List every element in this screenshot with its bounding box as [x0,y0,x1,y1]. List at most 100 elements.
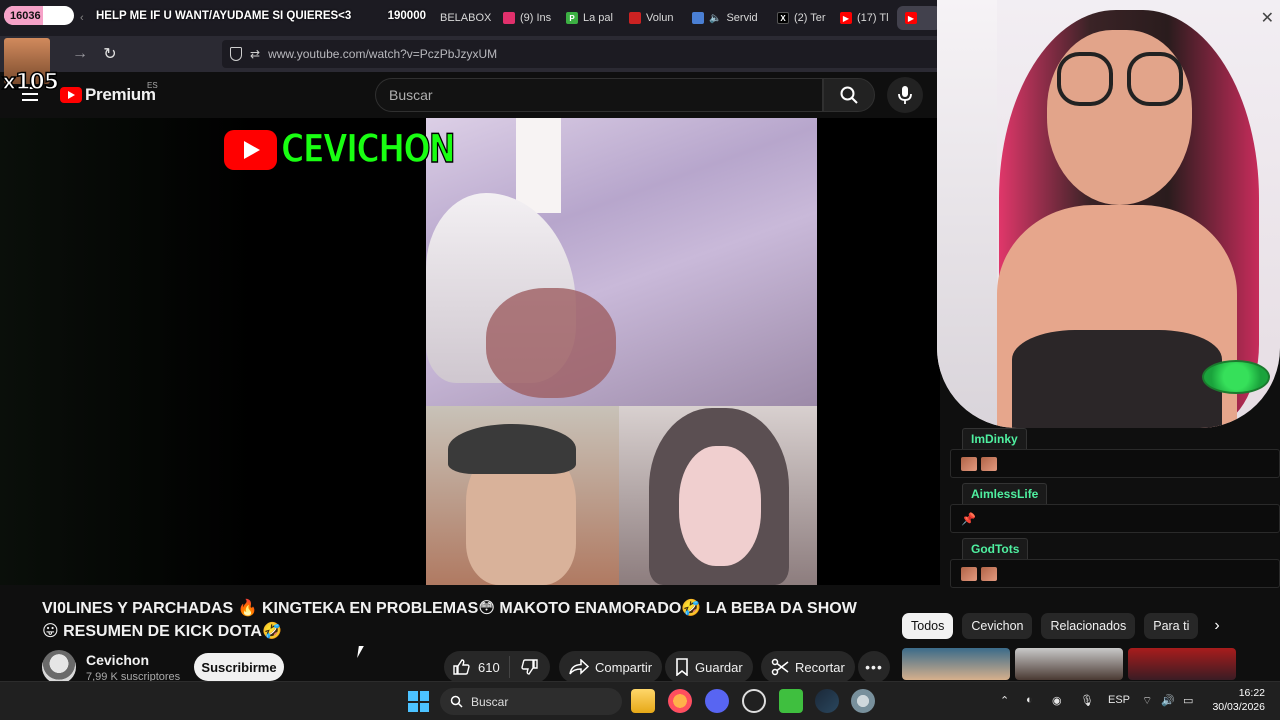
tab-9[interactable]: 🔈 Servid [692,6,760,30]
firefox-icon[interactable] [668,689,692,713]
clip-label: Recortar [795,659,845,675]
tab-label: Volun [646,12,674,24]
search-icon [840,86,858,104]
stream-counter: 16036 [4,6,74,25]
tab-label: (9) Ins [520,12,552,24]
dislike-button[interactable] [510,658,550,676]
obs-icon[interactable] [742,689,766,713]
p-icon: P [566,12,578,24]
search-input[interactable] [376,79,822,111]
chip-todos[interactable]: Todos [902,613,954,639]
face-shape [679,446,761,566]
tab-8[interactable]: Volun [629,6,679,30]
tab-label: BELABOX [440,12,492,24]
video-title: VI0LINES Y PARCHADAS 🔥 KINGTEKA EN PROBL… [42,600,857,640]
chip-cevichon[interactable]: Cevichon [962,613,1033,639]
tab-12-active[interactable]: ▶ [897,6,941,30]
reload-icon[interactable]: ↻ [100,44,120,64]
tab-label: (17) Tl [857,12,889,24]
file-explorer-icon[interactable] [631,689,655,713]
tab-11[interactable]: ▶ (17) Tl [840,6,890,30]
search-button[interactable] [823,78,875,112]
volume-icon[interactable]: 🔊 [1161,694,1175,707]
chevron-right-icon[interactable]: › [1204,613,1230,639]
emote-icon [961,456,977,471]
emote-icon [961,566,977,581]
youtube-premium-logo[interactable]: Premium ES [60,81,158,105]
taskbar-search-label: Buscar [471,694,509,709]
tab-scroll-left-icon[interactable]: ‹ [80,6,92,30]
instagram-icon [503,12,515,24]
streamer-webcam: ✕ [937,0,1280,428]
logo-label: Premium [85,85,156,104]
microphone-icon[interactable]: 🎙 [1080,694,1094,707]
emote-icon [981,566,997,581]
chat-message: ImDinky [950,428,1280,478]
tab-label: La pal [583,12,613,24]
channel-owner[interactable]: Cevichon 7,99 K suscriptores [42,650,180,684]
windows-start-icon[interactable] [408,691,429,712]
tab-7[interactable]: P La pal [566,6,616,30]
channel-name[interactable]: Cevichon [86,652,180,668]
wifi-icon[interactable]: ⌔ [1142,694,1152,708]
chip-relacionados[interactable]: Relacionados [1041,613,1136,639]
webcam-top [1012,330,1222,428]
language-indicator[interactable]: ESP [1108,694,1130,706]
save-label: Guardar [695,659,743,675]
taskbar-search[interactable]: Buscar [440,688,622,715]
tab-label: (2) Ter [794,12,826,24]
shield-icon [230,47,242,61]
steam-tray-icon[interactable]: ◐ [1026,694,1033,706]
chat-message-body [950,559,1280,588]
forward-arrow-icon[interactable]: → [70,44,90,64]
permissions-icon[interactable]: ⇄ [250,47,260,61]
x-icon: X [777,12,789,24]
thumbs-up-icon [453,659,470,675]
tab-10[interactable]: X (2) Ter [777,6,827,30]
close-icon[interactable]: ✕ [1261,8,1274,28]
discord-icon[interactable] [705,689,729,713]
pin-emote-icon: 📌 [961,511,976,526]
desktop-screen: 16036 ‹ HELP ME IF U WANT/AYUDAME SI QUI… [0,0,1280,720]
clip-button[interactable]: Recortar [761,651,855,683]
chip-para-ti[interactable]: Para ti [1144,613,1199,639]
related-video-thumbnail[interactable] [1015,648,1123,680]
battery-icon[interactable]: ▭ [1183,694,1193,707]
voice-search-button[interactable] [887,77,923,113]
like-count: 610 [478,659,500,675]
discord-tray-icon[interactable]: ◉ [1052,694,1062,707]
stream-goal-text: HELP ME IF U WANT/AYUDAME SI QUIERES<3 [96,10,352,22]
subscribe-button[interactable]: Suscribirme [194,653,284,681]
channel-meta: Cevichon 7,99 K suscriptores [86,652,180,683]
microphone-icon [898,86,912,104]
share-button[interactable]: Compartir [559,651,663,683]
chat-username: ImDinky [962,428,1027,449]
youtube-icon: ▶ [840,12,852,24]
more-actions-icon[interactable]: ••• [858,651,890,683]
clock-date: 30/03/2026 [1212,701,1265,713]
tab-5[interactable]: BELABOX [440,6,496,30]
like-button[interactable]: 610 [444,656,510,678]
minecraft-icon[interactable] [779,689,803,713]
url-bar[interactable]: ⇄ www.youtube.com/watch?v=PczPbJzyxUM [222,40,942,68]
settings-gear-icon[interactable] [851,689,875,713]
video-frame-left-person [426,406,619,585]
green-beads-icon [1202,360,1270,394]
related-video-thumbnail[interactable] [1128,648,1236,680]
share-label: Compartir [595,659,653,675]
share-icon [569,659,589,675]
emote-icon [981,456,997,471]
chat-username: AimlessLife [962,483,1048,504]
save-button[interactable]: Guardar [665,651,753,683]
youtube-logo-icon [60,87,82,103]
related-video-thumbnail[interactable] [902,648,1010,680]
steam-icon[interactable] [815,689,839,713]
multiplier-label: x105 [1,69,60,96]
player-letterbox [0,118,426,585]
channel-avatar[interactable] [42,650,76,684]
tab-6[interactable]: (9) Ins [503,6,555,30]
clock-time: 16:22 [1238,687,1265,699]
video-player[interactable]: CEVICHON [0,118,940,585]
system-clock[interactable]: 16:22 30/03/2026 [1209,686,1265,714]
tray-chevron-up-icon[interactable]: ⌃ [1000,694,1009,707]
